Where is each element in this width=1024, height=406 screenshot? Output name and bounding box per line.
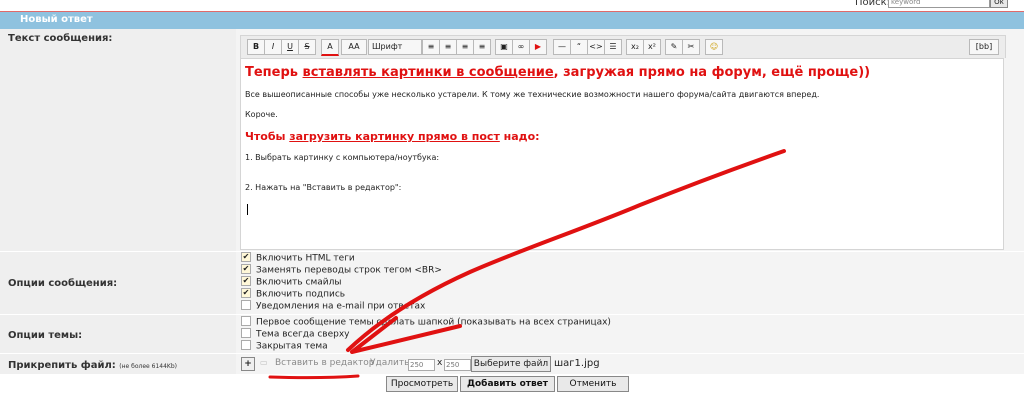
checkbox[interactable]: ✔ bbox=[241, 276, 251, 286]
file-name: шаг1.jpg bbox=[554, 358, 600, 369]
insert-into-editor-link[interactable]: Вставить в редактор bbox=[275, 358, 375, 368]
align-right-icon[interactable]: ≡ bbox=[456, 39, 474, 55]
attach-size-note: (не более 6144Kb) bbox=[119, 363, 177, 370]
font-color-button[interactable]: A bbox=[321, 39, 339, 56]
times-label: x bbox=[437, 358, 443, 368]
search-input[interactable]: keyword bbox=[888, 0, 990, 8]
width-input[interactable]: 250 bbox=[408, 359, 435, 371]
quote-button[interactable]: “ bbox=[570, 39, 588, 55]
align-left-icon[interactable]: ≡ bbox=[422, 39, 440, 55]
checkbox[interactable] bbox=[241, 300, 251, 310]
text-cursor bbox=[247, 204, 248, 215]
page-title: Новый ответ bbox=[20, 14, 93, 25]
reply-header: Новый ответ bbox=[0, 11, 1024, 29]
smiley-icon[interactable]: ☺ bbox=[705, 39, 723, 55]
bbcode-toggle-button[interactable]: [bb] bbox=[969, 39, 999, 55]
italic-button[interactable]: I bbox=[264, 39, 282, 55]
option-signature[interactable]: ✔ Включить подпись bbox=[241, 288, 345, 300]
option-smilies[interactable]: ✔ Включить смайлы bbox=[241, 276, 341, 288]
topic-options-label: Опции темы: bbox=[8, 330, 83, 341]
delete-link[interactable]: Удалить bbox=[370, 358, 409, 368]
message-editor[interactable]: Теперь вставлять картинки в сообщение, з… bbox=[240, 58, 1004, 250]
checkbox[interactable] bbox=[241, 328, 251, 338]
underline-button[interactable]: U bbox=[281, 39, 299, 55]
height-input[interactable]: 250 bbox=[444, 359, 471, 371]
option-email-notify[interactable]: Уведомления на e-mail при ответах bbox=[241, 300, 425, 312]
align-justify-icon[interactable]: ≡ bbox=[473, 39, 491, 55]
search-button[interactable]: Ок bbox=[990, 0, 1008, 8]
code-button[interactable]: <> bbox=[587, 39, 605, 55]
list-icon[interactable]: ☰ bbox=[604, 39, 622, 55]
message-label-cell bbox=[0, 29, 236, 251]
preview-button[interactable]: Просмотреть bbox=[386, 376, 458, 392]
font-dropdown[interactable]: Шрифт bbox=[368, 39, 422, 55]
align-center-icon[interactable]: ≡ bbox=[439, 39, 457, 55]
search-label: Поиск: bbox=[855, 0, 891, 8]
superscript-button[interactable]: x² bbox=[643, 39, 661, 55]
editor-subheading: Чтобы загрузить картинку прямо в пост на… bbox=[245, 130, 540, 143]
attach-label: Прикрепить файл: (не более 6144Kb) bbox=[8, 360, 177, 371]
message-label: Текст сообщения: bbox=[8, 33, 113, 44]
bold-button[interactable]: B bbox=[247, 39, 265, 55]
top-bar: Поиск: keyword Ок bbox=[0, 0, 1024, 11]
editor-paragraph: Короче. bbox=[245, 110, 278, 119]
editor-heading: Теперь вставлять картинки в сообщение, з… bbox=[245, 65, 871, 80]
editor-paragraph: Все вышеописанные способы уже несколько … bbox=[245, 90, 820, 99]
file-icon: ▭ bbox=[260, 358, 268, 367]
option-html[interactable]: ✔ Включить HTML теги bbox=[241, 252, 355, 264]
remove-format-icon[interactable]: ✂ bbox=[682, 39, 700, 55]
option-closed[interactable]: Закрытая тема bbox=[241, 340, 328, 352]
underline-stroke bbox=[268, 374, 360, 380]
hr-icon[interactable]: — bbox=[553, 39, 571, 55]
editor-step: 2. Нажать на "Вставить в редактор": bbox=[245, 183, 402, 192]
strike-button[interactable]: S bbox=[298, 39, 316, 55]
cancel-button[interactable]: Отменить bbox=[557, 376, 629, 392]
option-br[interactable]: ✔ Заменять переводы строк тегом <BR> bbox=[241, 264, 442, 276]
message-options-label: Опции сообщения: bbox=[8, 278, 118, 289]
spoiler-icon[interactable]: ✎ bbox=[665, 39, 683, 55]
editor-step: 1. Выбрать картинку с компьютера/ноутбук… bbox=[245, 153, 440, 162]
subscript-button[interactable]: x₂ bbox=[626, 39, 644, 55]
add-file-button[interactable]: + bbox=[241, 357, 255, 371]
option-sticky[interactable]: Тема всегда сверху bbox=[241, 328, 349, 340]
option-pin-first-post[interactable]: Первое сообщение темы сделать шапкой (по… bbox=[241, 316, 611, 328]
submit-reply-button[interactable]: Добавить ответ bbox=[460, 376, 555, 392]
checkbox[interactable]: ✔ bbox=[241, 264, 251, 274]
youtube-icon[interactable]: ▶ bbox=[529, 39, 547, 55]
checkbox[interactable]: ✔ bbox=[241, 288, 251, 298]
choose-file-button[interactable]: Выберите файл bbox=[471, 356, 551, 372]
font-size-dropdown[interactable]: AA bbox=[341, 39, 367, 55]
editor-toolbar: B I U S A AA Шрифт ≡ ≡ ≡ ≡ ▣ ∞ ▶ — “ <> … bbox=[240, 35, 1006, 58]
checkbox[interactable] bbox=[241, 316, 251, 326]
checkbox[interactable] bbox=[241, 340, 251, 350]
checkbox[interactable]: ✔ bbox=[241, 252, 251, 262]
link-icon[interactable]: ∞ bbox=[512, 39, 530, 55]
image-icon[interactable]: ▣ bbox=[495, 39, 513, 55]
